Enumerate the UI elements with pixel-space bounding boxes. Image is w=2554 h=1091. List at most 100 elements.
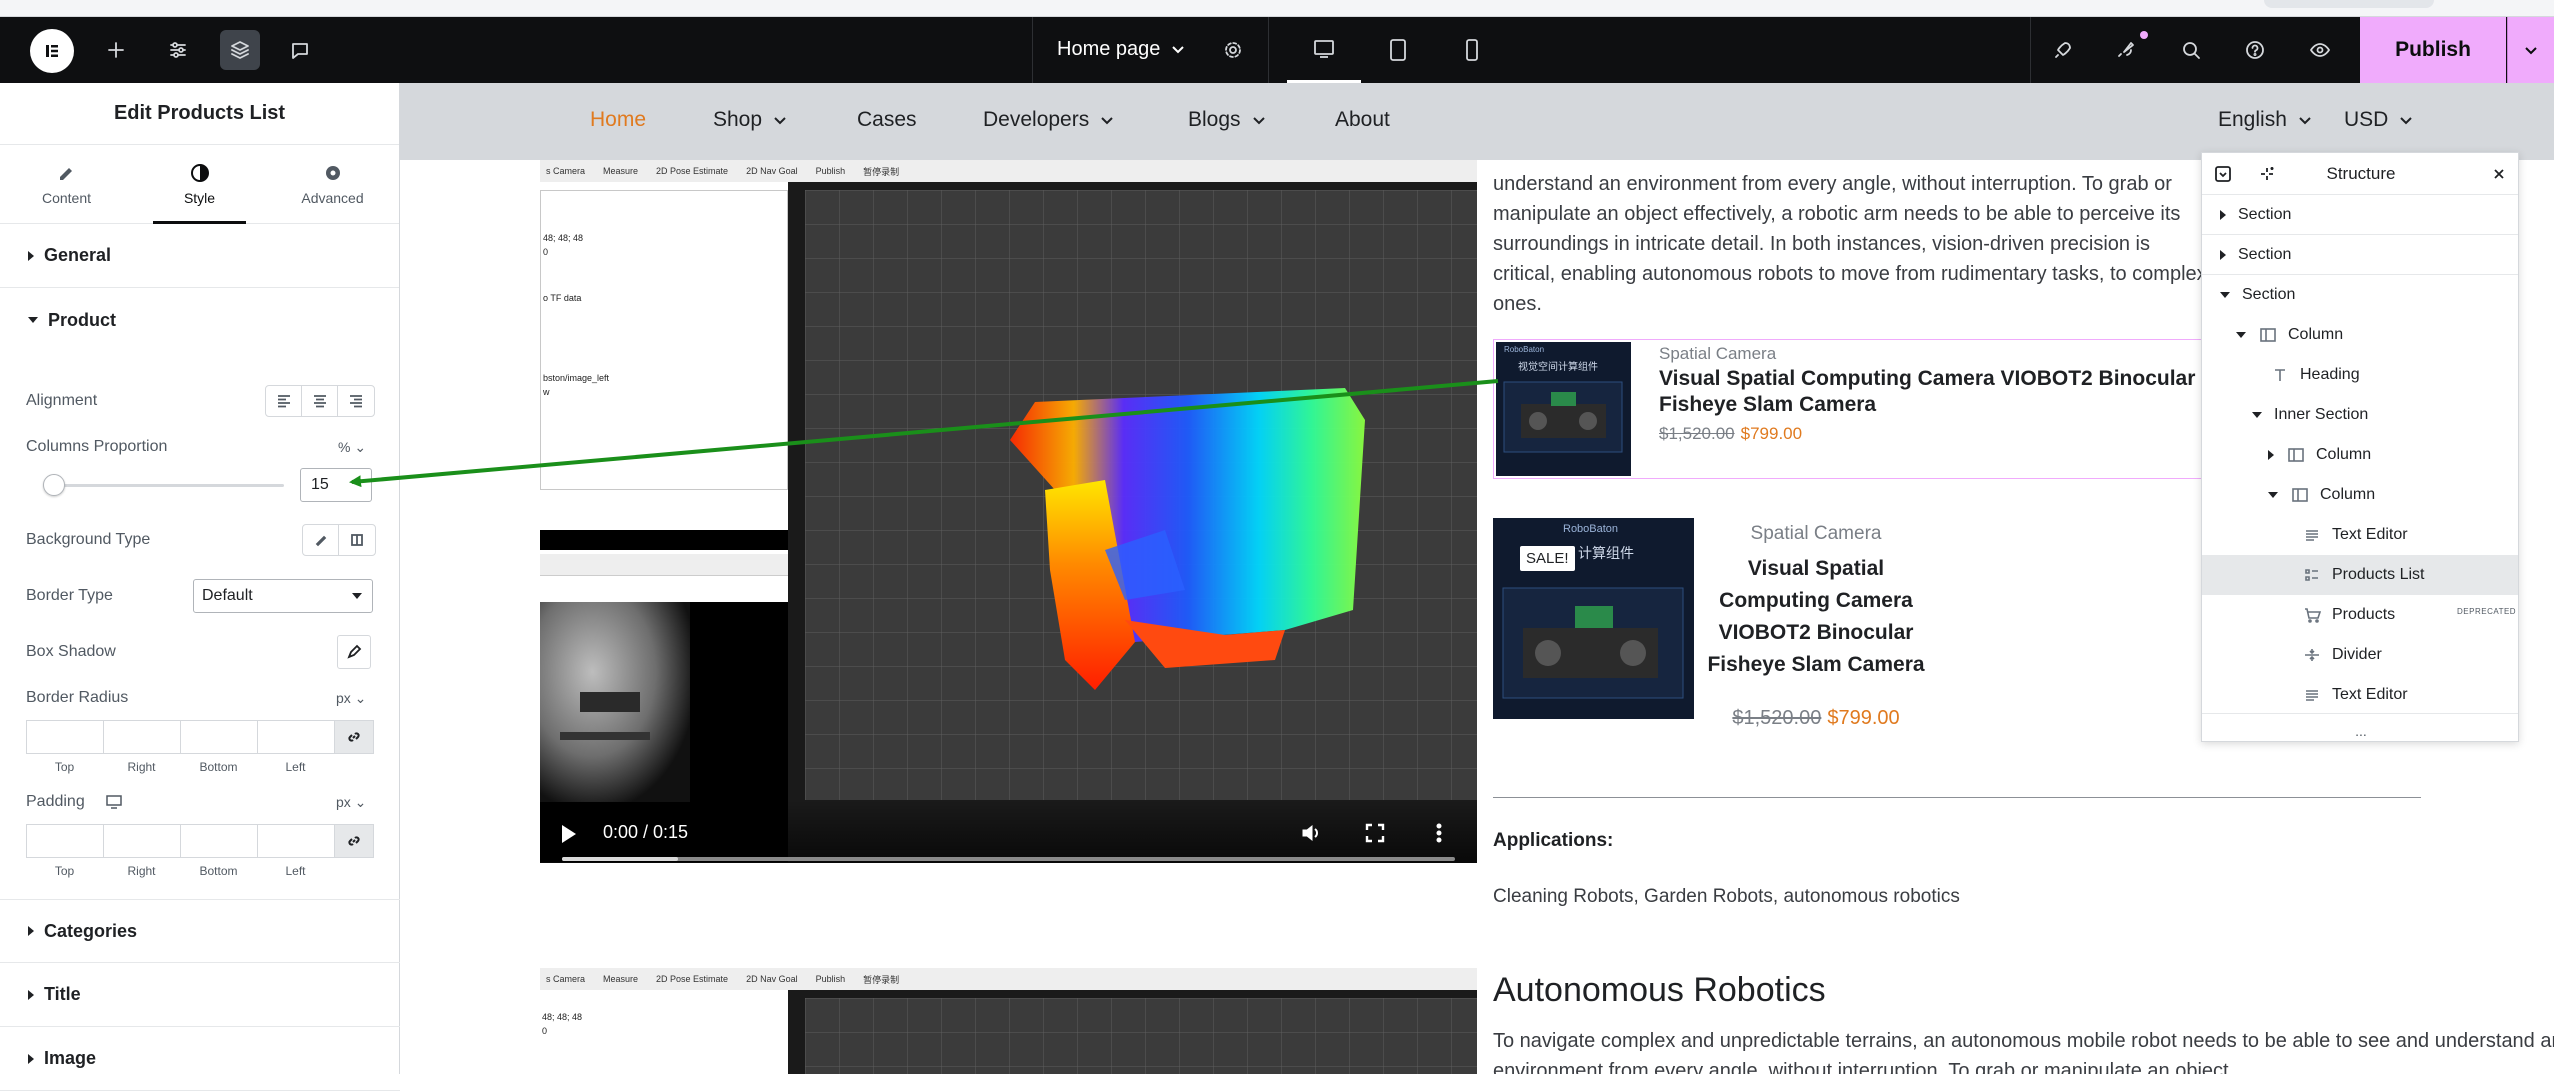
preview-eye-icon[interactable] [2300, 30, 2340, 70]
structure-item-text-editor[interactable]: Text Editor [2202, 675, 2518, 715]
align-right-icon[interactable] [338, 386, 374, 416]
comments-icon[interactable] [280, 30, 320, 70]
slider-handle[interactable] [43, 474, 65, 496]
more-options-icon[interactable] [1428, 822, 1450, 844]
chevron-down-icon [1252, 117, 1265, 125]
structure-item-column[interactable]: Column [2202, 435, 2518, 475]
language-switcher[interactable]: English [2218, 108, 2313, 132]
tablet-device-icon[interactable] [1361, 17, 1435, 83]
volume-icon[interactable] [1300, 822, 1322, 844]
link-values-icon[interactable] [334, 720, 374, 754]
caret-right-icon[interactable] [2268, 450, 2274, 460]
edit-box-shadow-icon[interactable] [337, 635, 371, 669]
product1-title[interactable]: Visual Spatial Computing Camera VIOBOT2 … [1659, 366, 2219, 418]
nav-blogs[interactable]: Blogs [1188, 108, 1267, 132]
currency-switcher[interactable]: USD [2344, 108, 2414, 132]
brush-icon[interactable] [303, 525, 339, 555]
structure-item-inner-section[interactable]: Inner Section [2202, 395, 2518, 435]
play-icon[interactable] [562, 825, 576, 843]
nav-blogs-label: Blogs [1188, 108, 1241, 131]
applications-value: Cleaning Robots, Garden Robots, autonomo… [1493, 886, 1960, 907]
desktop-device-icon[interactable] [1287, 17, 1361, 83]
padding-unit[interactable]: px ⌄ [336, 794, 366, 811]
caret-right-icon[interactable] [2220, 209, 2226, 220]
chevron-down-icon [2299, 117, 2311, 125]
caret-down-icon[interactable] [2236, 332, 2246, 338]
border-radius-bottom-input[interactable] [180, 720, 257, 754]
fullscreen-icon[interactable] [1364, 822, 1386, 844]
tab-style[interactable]: Style [133, 145, 266, 224]
section-product[interactable]: Product [0, 288, 399, 352]
page-name[interactable]: Home page [1057, 38, 1160, 61]
structure-more[interactable]: ... [2202, 723, 2520, 739]
structure-layers-icon[interactable] [220, 30, 260, 70]
padding-top-input[interactable] [26, 824, 103, 858]
products-list-item[interactable]: RoboBaton 视觉空间计算组件 Spatial Camera Visual… [1493, 339, 2213, 479]
structure-item-heading[interactable]: Heading [2202, 355, 2518, 395]
columns-proportion-slider[interactable] [44, 484, 284, 487]
video-player-2[interactable]: s Camera Measure 2D Pose Estimate 2D Nav… [540, 968, 1477, 1074]
tab-advanced[interactable]: Advanced [266, 145, 399, 223]
section-general[interactable]: General [0, 224, 399, 288]
align-center-icon[interactable] [302, 386, 338, 416]
product2-image-brand: RoboBaton [1563, 523, 1618, 535]
publish-button[interactable]: Publish [2360, 17, 2506, 83]
structure-item-text-editor[interactable]: Text Editor [2202, 515, 2518, 555]
product2-category[interactable]: Spatial Camera [1700, 523, 1932, 545]
align-left-icon[interactable] [266, 386, 302, 416]
product2-old-price: $1,520.00 [1732, 707, 1822, 729]
product2-title[interactable]: Visual Spatial Computing Camera VIOBOT2 … [1700, 553, 1932, 681]
caret-down-icon[interactable] [2268, 492, 2278, 498]
video-progress-bar[interactable] [562, 857, 1455, 861]
responsive-desktop-icon[interactable] [106, 795, 122, 809]
page-switcher[interactable]: Home page [1032, 17, 1269, 83]
product1-category[interactable]: Spatial Camera [1659, 344, 1776, 364]
border-type-select[interactable]: Default [193, 579, 373, 613]
close-icon[interactable] [2490, 165, 2508, 183]
publish-options-chevron-icon[interactable] [2507, 17, 2554, 83]
structure-item-section[interactable]: Section [2202, 275, 2518, 315]
structure-item-products-list[interactable]: Products List [2202, 555, 2518, 595]
video-player[interactable]: s Camera Measure 2D Pose Estimate 2D Nav… [540, 160, 1477, 863]
mobile-device-icon[interactable] [1435, 17, 1509, 83]
link-values-icon[interactable] [334, 824, 374, 858]
add-element-icon[interactable] [96, 30, 136, 70]
border-radius-label: Border Radius [26, 689, 129, 706]
section-categories[interactable]: Categories [0, 899, 400, 963]
tab-content[interactable]: Content [0, 145, 133, 223]
help-icon[interactable] [2235, 30, 2275, 70]
nav-about[interactable]: About [1335, 108, 1390, 132]
product1-thumbnail[interactable]: RoboBaton 视觉空间计算组件 [1496, 342, 1631, 476]
nav-home[interactable]: Home [590, 108, 646, 132]
padding-left-input[interactable] [257, 824, 334, 858]
columns-proportion-input[interactable]: 15 [300, 468, 372, 502]
structure-item-section[interactable]: Section [2202, 195, 2518, 235]
border-radius-left-input[interactable] [257, 720, 334, 754]
padding-right-input[interactable] [103, 824, 180, 858]
caret-right-icon[interactable] [2220, 249, 2226, 260]
page-settings-gear-icon[interactable] [1213, 30, 1253, 70]
nav-developers[interactable]: Developers [983, 108, 1115, 132]
columns-proportion-unit[interactable]: % ⌄ [338, 439, 366, 456]
elementor-logo-icon[interactable] [30, 29, 74, 73]
caret-down-icon[interactable] [2252, 412, 2262, 418]
gradient-icon[interactable] [339, 525, 375, 555]
site-settings-icon[interactable] [158, 30, 198, 70]
border-radius-right-input[interactable] [103, 720, 180, 754]
nav-shop[interactable]: Shop [713, 108, 788, 132]
section-image[interactable]: Image [0, 1027, 400, 1091]
section-title[interactable]: Title [0, 963, 400, 1027]
search-icon[interactable] [2171, 30, 2211, 70]
nav-cases[interactable]: Cases [857, 108, 917, 132]
structure-item-divider[interactable]: Divider [2202, 635, 2518, 675]
structure-item-column[interactable]: Column [2202, 475, 2518, 515]
structure-item-section[interactable]: Section [2202, 235, 2518, 275]
padding-bottom-input[interactable] [180, 824, 257, 858]
rocket-icon[interactable] [2043, 30, 2083, 70]
border-radius-unit[interactable]: px ⌄ [336, 690, 366, 707]
border-radius-top-input[interactable] [26, 720, 103, 754]
structure-item-column[interactable]: Column [2202, 315, 2518, 355]
rviz-tool: Measure [603, 974, 639, 984]
border-type-label: Border Type [26, 587, 113, 604]
caret-down-icon[interactable] [2220, 292, 2230, 298]
